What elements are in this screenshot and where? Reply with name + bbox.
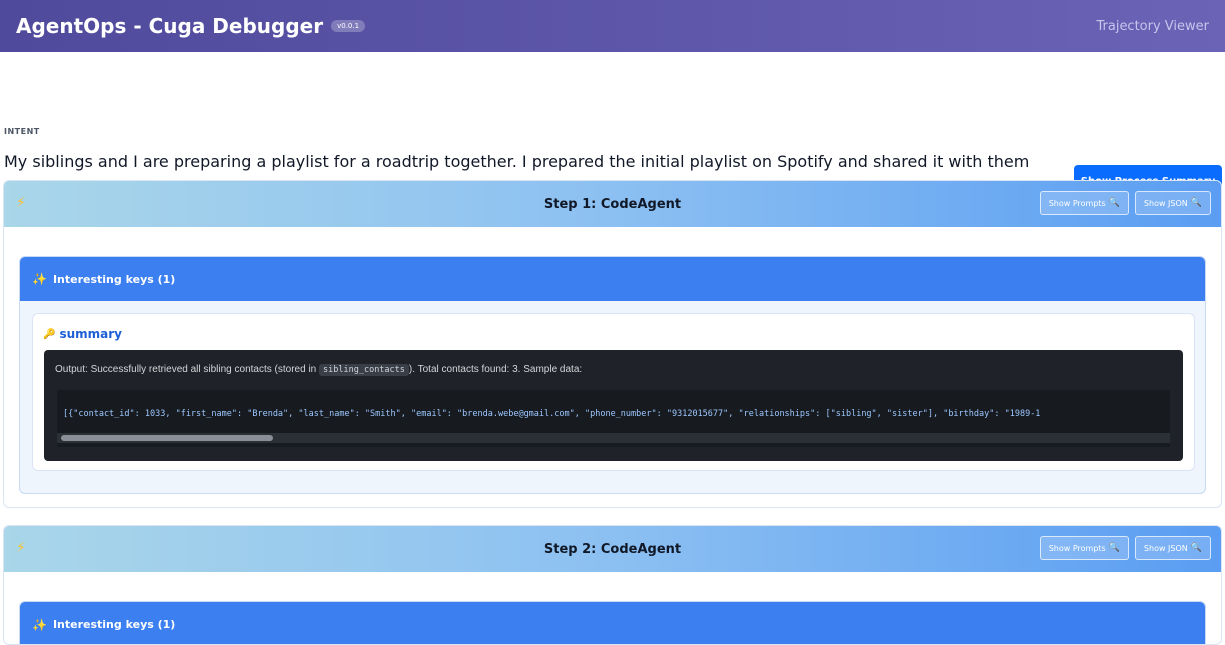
show-prompts-button[interactable]: Show Prompts 🔍 bbox=[1039, 536, 1129, 560]
output-block: Output: Successfully retrieved all sibli… bbox=[44, 350, 1183, 461]
interesting-keys-title: Interesting keys (1) bbox=[52, 618, 176, 631]
step-title: Step 1: CodeAgent bbox=[543, 196, 682, 212]
brand: AgentOps - Cuga Debugger v0.0.1 bbox=[16, 14, 366, 38]
intent-label: INTENT bbox=[4, 127, 40, 136]
show-json-button[interactable]: Show JSON 🔍 bbox=[1134, 191, 1211, 215]
summary-key-box: 🔑 summary Output: Successfully retrieved… bbox=[32, 313, 1195, 471]
step-header-buttons: Show Prompts 🔍 Show JSON 🔍 bbox=[1039, 191, 1211, 215]
horizontal-scrollbar[interactable] bbox=[57, 433, 1170, 443]
interesting-keys-header[interactable]: ✨ Interesting keys (1) bbox=[20, 257, 1205, 301]
json-code-area[interactable]: [{"contact_id": 1033, "first_name": "Bre… bbox=[57, 390, 1170, 447]
step-card-2: ⚡ Step 2: CodeAgent Show Prompts 🔍 Show … bbox=[3, 525, 1222, 645]
interesting-keys-panel: ✨ Interesting keys (1) bbox=[19, 601, 1206, 644]
step-header[interactable]: ⚡ Step 2: CodeAgent Show Prompts 🔍 Show … bbox=[4, 526, 1221, 572]
key-icon: 🔑 bbox=[43, 328, 56, 340]
scrollbar-thumb[interactable] bbox=[61, 435, 273, 441]
step-header[interactable]: ⚡ Step 1: CodeAgent Show Prompts 🔍 Show … bbox=[4, 181, 1221, 227]
interesting-keys-header[interactable]: ✨ Interesting keys (1) bbox=[20, 602, 1205, 644]
magnifier-icon: 🔍 bbox=[1108, 198, 1120, 208]
output-suffix: ). Total contacts found: 3. Sample data: bbox=[408, 364, 583, 375]
magnifier-icon: 🔍 bbox=[1190, 198, 1202, 208]
lightning-icon: ⚡ bbox=[16, 195, 26, 211]
version-badge: v0.0.1 bbox=[331, 20, 366, 32]
app-title: AgentOps - Cuga Debugger bbox=[16, 14, 324, 38]
show-prompts-label: Show Prompts bbox=[1048, 198, 1106, 208]
sparkle-icon: ✨ bbox=[32, 272, 47, 286]
interesting-keys-panel: ✨ Interesting keys (1) 🔑 summary Output:… bbox=[19, 256, 1206, 494]
trajectory-viewer-label[interactable]: Trajectory Viewer bbox=[1096, 19, 1209, 34]
inline-code-sibling-contacts: sibling_contacts bbox=[319, 364, 409, 376]
summary-key: 🔑 summary bbox=[43, 327, 122, 341]
top-bar: AgentOps - Cuga Debugger v0.0.1 Trajecto… bbox=[0, 0, 1225, 52]
show-json-label: Show JSON bbox=[1143, 543, 1188, 553]
output-prefix: Output: Successfully retrieved all sibli… bbox=[55, 364, 320, 375]
lightning-icon: ⚡ bbox=[16, 540, 26, 556]
interesting-keys-title: Interesting keys (1) bbox=[52, 272, 176, 286]
magnifier-icon: 🔍 bbox=[1190, 543, 1202, 553]
show-json-label: Show JSON bbox=[1143, 198, 1188, 208]
show-prompts-label: Show Prompts bbox=[1048, 543, 1106, 553]
json-line: [{"contact_id": 1033, "first_name": "Bre… bbox=[63, 409, 1041, 419]
magnifier-icon: 🔍 bbox=[1108, 543, 1120, 553]
output-text: Output: Successfully retrieved all sibli… bbox=[55, 364, 583, 376]
step-title: Step 2: CodeAgent bbox=[543, 541, 682, 557]
key-name: summary bbox=[59, 327, 122, 341]
show-json-button[interactable]: Show JSON 🔍 bbox=[1134, 536, 1211, 560]
step-header-buttons: Show Prompts 🔍 Show JSON 🔍 bbox=[1039, 536, 1211, 560]
step-card-1: ⚡ Step 1: CodeAgent Show Prompts 🔍 Show … bbox=[3, 180, 1222, 508]
show-prompts-button[interactable]: Show Prompts 🔍 bbox=[1039, 191, 1129, 215]
